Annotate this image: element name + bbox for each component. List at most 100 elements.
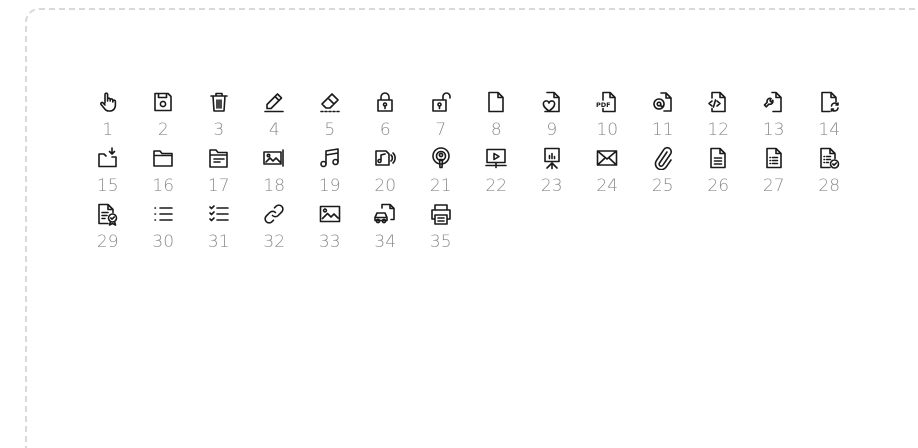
icon-cell[interactable]: 30 (136, 202, 192, 258)
file-wrench-icon (762, 90, 786, 114)
icon-number-label: 26 (707, 176, 730, 196)
icon-cell[interactable]: 16 (136, 146, 192, 202)
icon-cell[interactable]: 34 (358, 202, 414, 258)
link-icon (262, 202, 286, 226)
icon-cell[interactable]: 7 (413, 90, 469, 146)
icon-number-label: 28 (818, 176, 841, 196)
icon-number-label: 30 (152, 232, 175, 252)
svg-text:PDF: PDF (596, 101, 611, 109)
icon-cell[interactable]: 5 (302, 90, 358, 146)
file-code-icon (706, 90, 730, 114)
icon-cell[interactable]: 2 (136, 90, 192, 146)
icon-number-label: 14 (818, 120, 841, 140)
icon-number-label: 34 (374, 232, 397, 252)
icon-cell[interactable]: 14 (802, 90, 858, 146)
video-screen-icon (484, 146, 508, 170)
icon-cell[interactable]: 20 (358, 146, 414, 202)
icon-number-label: 13 (762, 120, 785, 140)
icon-cell[interactable]: 13 (746, 90, 802, 146)
icon-cell[interactable]: 31 (191, 202, 247, 258)
icon-cell[interactable]: 29 (80, 202, 136, 258)
unlock-icon (429, 90, 453, 114)
checklist-icon (207, 202, 231, 226)
icon-number-label: 6 (379, 120, 391, 140)
icon-number-label: 35 (429, 232, 452, 252)
icon-number-label: 10 (596, 120, 619, 140)
file-pdf-icon: PDF (595, 90, 619, 114)
icon-cell[interactable]: 1 (80, 90, 136, 146)
icon-cell[interactable]: 25 (635, 146, 691, 202)
file-sync-icon (817, 90, 841, 114)
icon-cell[interactable]: 6 (358, 90, 414, 146)
icon-cell[interactable]: 24 (580, 146, 636, 202)
icon-number-label: 5 (324, 120, 336, 140)
icon-number-label: 23 (540, 176, 563, 196)
eraser-icon (318, 90, 342, 114)
trash-icon (207, 90, 231, 114)
file-icon (484, 90, 508, 114)
icon-cell[interactable]: 17 (191, 146, 247, 202)
file-at-icon (651, 90, 675, 114)
presentation-icon (540, 146, 564, 170)
icon-cell[interactable]: 26 (691, 146, 747, 202)
icon-cell[interactable]: 35 (413, 202, 469, 258)
icon-number-label: 17 (207, 176, 230, 196)
icon-number-label: 15 (96, 176, 119, 196)
icon-number-label: 22 (485, 176, 508, 196)
icon-cell[interactable]: 19 (302, 146, 358, 202)
icon-number-label: 1 (102, 120, 114, 140)
music-note-icon (318, 146, 342, 170)
lock-icon (373, 90, 397, 114)
icon-number-label: 3 (213, 120, 225, 140)
image-gallery-icon (262, 146, 286, 170)
file-heart-icon (540, 90, 564, 114)
paperclip-icon (651, 146, 675, 170)
icon-cell[interactable]: 22 (469, 146, 525, 202)
icon-cell[interactable]: 15 (80, 146, 136, 202)
icon-number-label: 9 (546, 120, 558, 140)
list-icon (151, 202, 175, 226)
document-check-icon (817, 146, 841, 170)
folder-icon (151, 146, 175, 170)
icon-number-label: 29 (96, 232, 119, 252)
icon-number-label: 32 (263, 232, 286, 252)
car-document-icon (373, 202, 397, 226)
printer-icon (429, 202, 453, 226)
icon-number-label: 16 (152, 176, 175, 196)
icon-number-label: 33 (318, 232, 341, 252)
document-list-icon (762, 146, 786, 170)
icon-cell[interactable]: 8 (469, 90, 525, 146)
icon-cell[interactable]: 9 (524, 90, 580, 146)
save-icon (151, 90, 175, 114)
icon-cell[interactable]: PDF 10 (580, 90, 636, 146)
icon-number-label: 19 (318, 176, 341, 196)
icon-number-label: 21 (429, 176, 452, 196)
pencil-icon (262, 90, 286, 114)
icon-number-label: 12 (707, 120, 730, 140)
icon-cell[interactable]: 28 (802, 146, 858, 202)
icon-cell[interactable]: 18 (247, 146, 303, 202)
icon-cell[interactable]: 33 (302, 202, 358, 258)
folder-open-icon (207, 146, 231, 170)
icon-cell[interactable]: 27 (746, 146, 802, 202)
audio-file-icon (373, 146, 397, 170)
icon-cell[interactable]: 12 (691, 90, 747, 146)
icon-cell[interactable]: 11 (635, 90, 691, 146)
icon-number-label: 4 (268, 120, 280, 140)
icon-cell[interactable]: 4 (247, 90, 303, 146)
icon-cell[interactable]: 32 (247, 202, 303, 258)
icon-number-label: 24 (596, 176, 619, 196)
icon-cell[interactable]: 23 (524, 146, 580, 202)
podcast-icon (429, 146, 453, 170)
icon-number-label: 31 (207, 232, 230, 252)
certificate-icon (96, 202, 120, 226)
image-icon (318, 202, 342, 226)
icon-cell[interactable]: 3 (191, 90, 247, 146)
icon-cell[interactable]: 21 (413, 146, 469, 202)
icon-grid: 1 2 3 4 5 6 7 8 9 PDF 10 11 12 13 14 15 16 17 18 19 20 21 22 23… (80, 90, 870, 258)
icon-number-label: 20 (374, 176, 397, 196)
icon-number-label: 11 (651, 120, 674, 140)
mail-icon (595, 146, 619, 170)
icon-number-label: 25 (651, 176, 674, 196)
icon-number-label: 18 (263, 176, 286, 196)
